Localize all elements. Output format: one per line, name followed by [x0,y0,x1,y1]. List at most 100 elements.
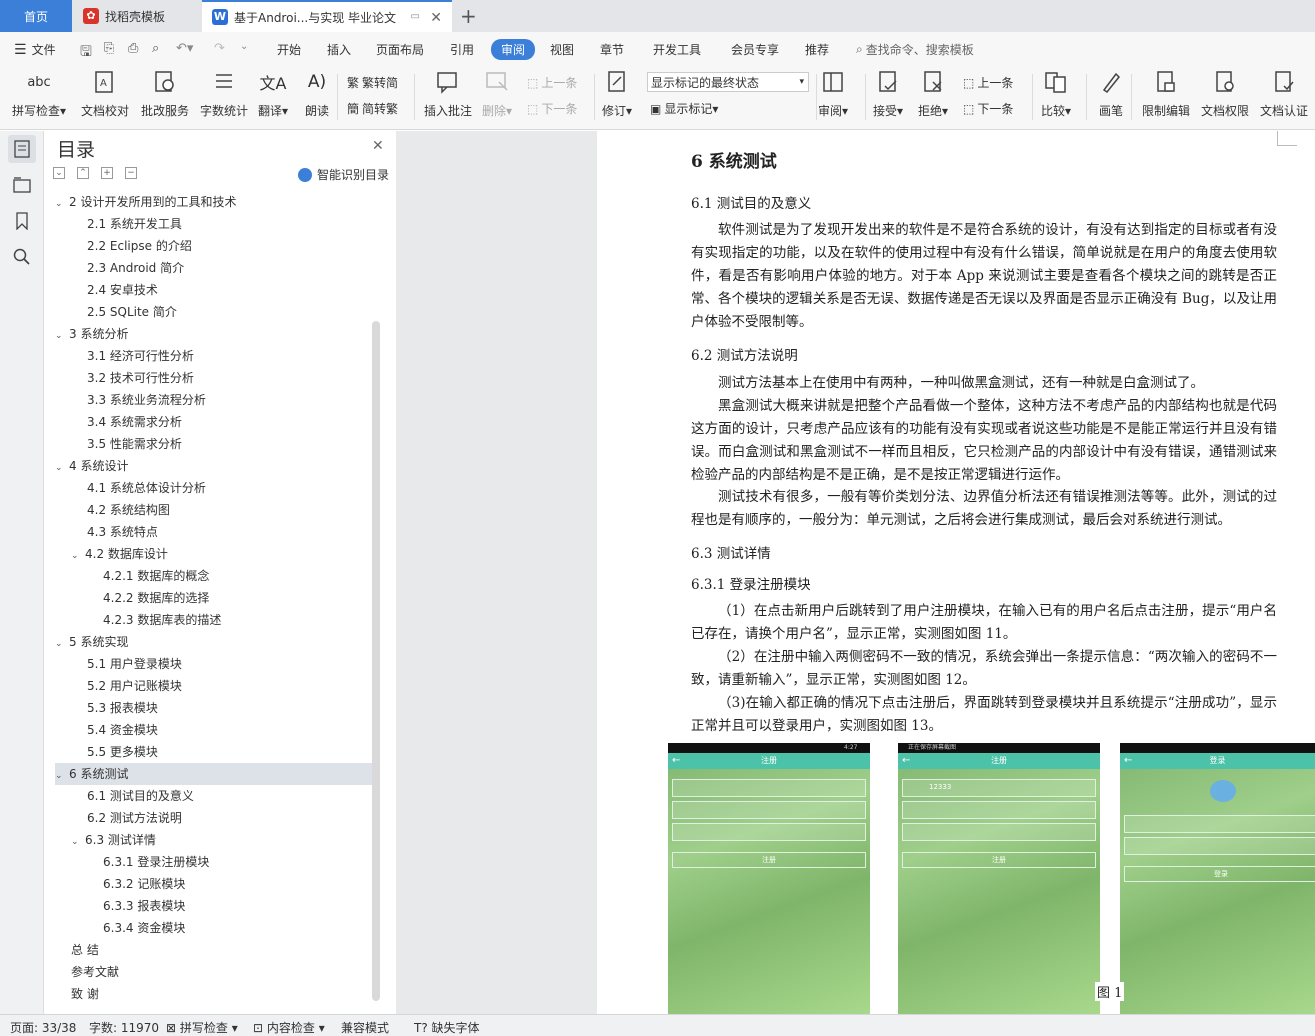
toc-scrollbar[interactable] [372,321,380,1001]
chevron-down-icon[interactable]: ⌄ [55,193,69,215]
toc-item[interactable]: 2.5 SQLite 简介 [55,301,373,323]
track-changes-button[interactable]: 修订▾ [602,68,632,119]
menu-member[interactable]: 会员专享 [731,41,779,58]
prev-comment-button[interactable]: ⬚ 上一条 [527,74,577,91]
batch-correct-button[interactable]: 批改服务 [141,68,189,119]
menu-reference[interactable]: 引用 [450,41,474,58]
simp-to-trad-button[interactable]: 簡简转繁 [347,100,398,117]
menu-insert[interactable]: 插入 [327,41,351,58]
toc-item[interactable]: 3.3 系统业务流程分析 [55,389,373,411]
translate-button[interactable]: 文A 翻译▾ [258,68,288,119]
delete-comment-button[interactable]: 删除▾ [482,68,512,119]
compare-button[interactable]: 比较▾ [1041,68,1071,119]
toc-item[interactable]: 参考文献 [55,961,373,983]
tab-template[interactable]: ✿ 找稻壳模板 [73,0,201,32]
expand-all-icon[interactable]: ⌃ [77,167,89,179]
spell-check-button[interactable]: abc 拼写检查▾ [12,68,66,119]
chevron-down-icon[interactable]: ⌄ [71,545,85,567]
next-comment-button[interactable]: ⬚ 下一条 [527,100,577,117]
proofread-button[interactable]: A 文档校对 [81,68,129,119]
reject-button[interactable]: 拒绝▾ [918,68,948,119]
find-icon[interactable] [8,243,36,271]
toc-item[interactable]: 3.2 技术可行性分析 [55,367,373,389]
smart-toc-button[interactable]: 智能识别目录 [298,166,389,183]
toc-item[interactable]: 5.5 更多模块 [55,741,373,763]
toc-panel-icon[interactable] [8,135,36,163]
toc-item[interactable]: 总 结 [55,939,373,961]
menu-review[interactable]: 审阅 [491,39,536,60]
toc-item[interactable]: 6.3.1 登录注册模块 [55,851,373,873]
collapse-all-icon[interactable]: ⌄ [53,167,65,179]
markup-state-select[interactable]: 显示标记的最终状态 ▾ [647,72,809,92]
tab-document[interactable]: W 基于Androi...与实现 毕业论文 ▭ ✕ [202,0,452,32]
toc-item[interactable]: 4.2 系统结构图 [55,499,373,521]
toc-item[interactable]: 4.3 系统特点 [55,521,373,543]
read-aloud-button[interactable]: A) 朗读 [303,68,331,119]
show-markup-button[interactable]: ▣ 显示标记 ▾ [650,100,718,117]
toc-item[interactable]: 5.2 用户记账模块 [55,675,373,697]
more-quick-icon[interactable]: ⌄ [240,41,248,52]
chevron-down-icon[interactable]: ⌄ [71,831,85,853]
pen-button[interactable]: 画笔 [1097,68,1125,119]
toc-item[interactable]: ⌄ 3 系统分析 [55,323,373,345]
print-preview-icon[interactable]: ⌕ [152,41,159,56]
doc-permission-button[interactable]: 文档权限 [1201,68,1249,119]
command-search[interactable]: ⌕ 查找命令、搜索模板 [856,41,974,58]
review-pane-button[interactable]: 审阅▾ [818,68,848,119]
doc-certify-button[interactable]: 文档认证 [1260,68,1308,119]
toc-item[interactable]: ⌄ 4.2 数据库设计 [55,543,373,565]
toc-item[interactable]: 5.1 用户登录模块 [55,653,373,675]
menu-start[interactable]: 开始 [277,41,301,58]
toc-item[interactable]: 6.1 测试目的及意义 [55,785,373,807]
toc-item[interactable]: 6.3.3 报表模块 [55,895,373,917]
menu-recommend[interactable]: 推荐 [805,41,829,58]
toc-item[interactable]: ⌄ 4 系统设计 [55,455,373,477]
save-icon[interactable]: 🖫 [80,41,92,65]
new-tab-icon[interactable]: + [460,4,477,28]
bookmark-icon[interactable] [8,207,36,235]
toc-item[interactable]: 2.2 Eclipse 的介绍 [55,235,373,257]
toc-item[interactable]: 6.3.4 资金模块 [55,917,373,939]
page-indicator[interactable]: 页面: 33/38 [10,1019,76,1036]
close-icon[interactable]: ✕ [372,138,384,154]
toc-item[interactable]: 致 谢 [55,983,373,1005]
status-spell-check[interactable]: ⊠ 拼写检查 ▾ [166,1019,238,1036]
accept-button[interactable]: 接受▾ [873,68,903,119]
toc-item[interactable]: 2.3 Android 简介 [55,257,373,279]
toc-item[interactable]: 3.4 系统需求分析 [55,411,373,433]
insert-comment-button[interactable]: 插入批注 [424,68,472,119]
add-heading-icon[interactable]: + [101,167,113,179]
chevron-down-icon[interactable]: ⌄ [55,765,69,787]
remove-heading-icon[interactable]: − [125,167,137,179]
chapter-nav-icon[interactable] [8,171,36,199]
undo-icon[interactable]: ↶▾ [176,41,193,56]
toc-item[interactable]: ⌄ 6 系统测试 [55,763,373,785]
window-icon[interactable]: ▭ [411,11,420,22]
file-menu[interactable]: ☰ 文件 [14,41,56,58]
menu-view[interactable]: 视图 [550,41,574,58]
toc-item[interactable]: ⌄ 5 系统实现 [55,631,373,653]
toc-item[interactable]: ⌄ 6.3 测试详情 [55,829,373,851]
next-change-button[interactable]: ⬚ 下一条 [963,100,1013,117]
toc-item[interactable]: 4.2.2 数据库的选择 [55,587,373,609]
toc-item[interactable]: 2.4 安卓技术 [55,279,373,301]
close-tab-icon[interactable]: ✕ [430,10,442,26]
toc-item[interactable]: 5.4 资金模块 [55,719,373,741]
chevron-down-icon[interactable]: ⌄ [55,633,69,655]
menu-developer[interactable]: 开发工具 [653,41,701,58]
word-count[interactable]: 字数: 11970 [89,1019,159,1036]
status-content-check[interactable]: ⊡ 内容检查 ▾ [253,1019,325,1036]
missing-font[interactable]: T? 缺失字体 [414,1019,480,1036]
prev-change-button[interactable]: ⬚ 上一条 [963,74,1013,91]
toc-item[interactable]: ⌄ 2 设计开发所用到的工具和技术 [55,191,373,213]
toc-item[interactable]: 4.1 系统总体设计分析 [55,477,373,499]
toc-item[interactable]: 4.2.3 数据库表的描述 [55,609,373,631]
menu-layout[interactable]: 页面布局 [376,41,424,58]
restrict-edit-button[interactable]: 限制编辑 [1142,68,1190,119]
print-icon[interactable]: ⎙ [128,41,138,56]
toc-item[interactable]: 5.3 报表模块 [55,697,373,719]
word-count-button[interactable]: 字数统计 [200,68,248,119]
toc-item[interactable]: 3.5 性能需求分析 [55,433,373,455]
export-pdf-icon[interactable]: ⎘ [104,41,114,56]
chevron-down-icon[interactable]: ⌄ [55,457,69,479]
